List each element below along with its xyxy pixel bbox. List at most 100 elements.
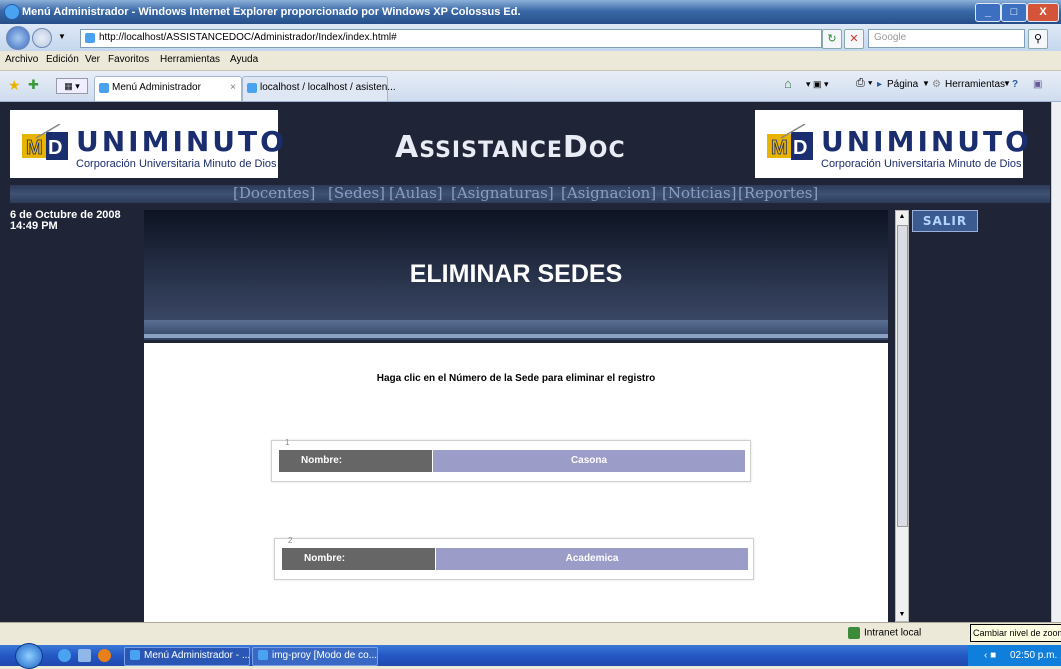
gear-icon: ⚙: [932, 79, 941, 90]
current-time: 14:49 PM: [10, 220, 58, 232]
security-zone[interactable]: Intranet local: [848, 627, 921, 639]
page-viewport: M D UNIMINUTO Corporación Universitaria …: [0, 102, 1051, 622]
menu-ayuda[interactable]: Ayuda: [230, 54, 258, 65]
quick-tabs-icon[interactable]: ▦ ▾: [56, 78, 88, 94]
menu-favoritos[interactable]: Favoritos: [108, 54, 149, 65]
content-frame: Haga clic en el Número de la Sede para e…: [144, 343, 888, 622]
record-value: Casona: [433, 450, 745, 472]
tray-icon[interactable]: ‹ ■: [984, 645, 996, 666]
page-title: ELIMINAR SEDES: [409, 260, 623, 288]
ie-page-icon: [247, 83, 257, 93]
favorites-star-icon[interactable]: ★: [8, 77, 21, 94]
nav-aulas[interactable]: [Aulas]: [389, 184, 443, 202]
iframe-scrollbar[interactable]: ▲ ▼: [895, 210, 909, 622]
taskbar-item-menu-administrador[interactable]: Menú Administrador - ...: [124, 647, 250, 666]
minimize-button[interactable]: _: [975, 3, 1001, 22]
scroll-down-icon[interactable]: ▼: [896, 609, 908, 621]
page-scrollbar[interactable]: [1051, 102, 1061, 622]
forward-button[interactable]: [32, 28, 52, 48]
start-button[interactable]: [15, 643, 43, 669]
home-icon[interactable]: ⌂: [784, 76, 792, 91]
intranet-icon: [848, 627, 860, 639]
menu-bar: Archivo Edición Ver Favoritos Herramient…: [0, 51, 1061, 71]
add-favorites-icon[interactable]: ✚: [28, 77, 39, 93]
logo-title: UNIMINUTO: [821, 125, 1032, 158]
sede-number-link[interactable]: 1: [285, 438, 289, 447]
record-label: Nombre:: [279, 450, 432, 472]
menu-ver[interactable]: Ver: [85, 54, 100, 65]
page-menu[interactable]: Página: [887, 79, 918, 90]
uniminuto-logo-left: M D UNIMINUTO Corporación Universitaria …: [10, 110, 284, 178]
refresh-button[interactable]: ↻: [822, 29, 842, 49]
maximize-button[interactable]: □: [1001, 3, 1027, 22]
page-icon: [85, 33, 95, 43]
desktop-icon[interactable]: [78, 649, 91, 662]
brand-part: SSISTANCE: [419, 138, 563, 163]
address-toolbar: ▼ http://localhost/ASSISTANCEDOC/Adminis…: [0, 24, 1061, 51]
taskbar-item-img-proy[interactable]: img-proy [Modo de co...: [252, 647, 378, 666]
search-placeholder: Google: [874, 32, 907, 43]
system-tray: 02:50 p.m. ‹ ■: [968, 645, 1061, 666]
task-label: Menú Administrador - ...: [144, 650, 250, 661]
address-value: http://localhost/ASSISTANCEDOC/Administr…: [99, 32, 397, 43]
nav-sedes[interactable]: [Sedes]: [328, 184, 385, 202]
tab-label: Menú Administrador: [112, 82, 201, 93]
nav-asignaturas[interactable]: [Asignaturas]: [451, 184, 554, 202]
sede-record: 2 Nombre: Academica: [274, 536, 754, 580]
chevron-down-icon: ▼: [922, 79, 930, 88]
clock[interactable]: 02:50 p.m.: [1010, 645, 1057, 666]
history-dropdown-icon[interactable]: ▼: [58, 32, 66, 41]
address-input[interactable]: http://localhost/ASSISTANCEDOC/Administr…: [80, 29, 822, 48]
record-value: Academica: [436, 548, 748, 570]
uniminuto-mark-icon: M D: [767, 124, 813, 160]
nav-docentes[interactable]: [Docentes]: [233, 184, 315, 202]
firefox-icon[interactable]: [98, 649, 111, 662]
banner-divider-line: [144, 334, 888, 338]
close-tab-icon[interactable]: ×: [230, 77, 236, 99]
chevron-down-icon: ▼: [1003, 79, 1011, 88]
sede-record: 1 Nombre: Casona: [271, 438, 751, 482]
svg-text:D: D: [793, 137, 807, 159]
menu-archivo[interactable]: Archivo: [5, 54, 38, 65]
scroll-thumb[interactable]: [897, 225, 908, 527]
tools-menu[interactable]: Herramientas: [945, 79, 1005, 90]
menu-edicion[interactable]: Edición: [46, 54, 79, 65]
zoom-tooltip: Cambiar nivel de zoom: [970, 624, 1061, 642]
nav-reportes[interactable]: [Reportes]: [738, 184, 818, 202]
stop-button[interactable]: ✕: [844, 29, 864, 49]
window-title-bar: Menú Administrador - Windows Internet Ex…: [0, 0, 1061, 24]
feeds-icon[interactable]: ▾ ▣ ▾: [806, 79, 829, 90]
close-window-button[interactable]: X: [1027, 3, 1059, 22]
help-icon[interactable]: ?: [1012, 79, 1018, 90]
svg-text:D: D: [48, 137, 62, 159]
tab-localhost[interactable]: localhost / localhost / asisten...: [242, 76, 396, 101]
page-menu-icon: ▸: [877, 79, 883, 90]
uniminuto-logo-right: M D UNIMINUTO Corporación Universitaria …: [755, 110, 1029, 178]
search-icon[interactable]: ⚲: [1028, 29, 1048, 49]
refresh-icon: ↻: [827, 33, 837, 45]
research-icon[interactable]: ▣: [1033, 79, 1042, 90]
main-nav: [Docentes] [Sedes] [Aulas] [Asignaturas]…: [10, 184, 1050, 203]
page-banner: ELIMINAR SEDES: [144, 210, 888, 322]
document-icon: [258, 650, 268, 661]
internet-explorer-icon: [4, 4, 20, 20]
ie-page-icon: [130, 650, 140, 661]
brand-part: D: [562, 130, 589, 165]
print-icon[interactable]: ⎙ ▾: [856, 77, 872, 90]
sede-number-link[interactable]: 2: [288, 536, 292, 545]
back-button[interactable]: [6, 26, 30, 50]
nav-noticias[interactable]: [Noticias]: [662, 184, 737, 202]
stop-icon: ✕: [849, 33, 859, 45]
nav-asignacion[interactable]: [Asignacion]: [561, 184, 656, 202]
ie-page-icon: [99, 83, 109, 93]
menu-herramientas[interactable]: Herramientas: [160, 54, 220, 65]
site-brand: ASSISTANCEDOC: [395, 130, 626, 165]
tab-bar: ★ ✚ ▦ ▾ Menú Administrador × localhost /…: [0, 71, 1061, 102]
tab-label: localhost / localhost / asisten...: [260, 82, 396, 93]
search-input[interactable]: Google: [868, 29, 1025, 48]
ie-quicklaunch-icon[interactable]: [58, 649, 71, 662]
tab-menu-administrador[interactable]: Menú Administrador ×: [94, 76, 242, 101]
scroll-up-icon[interactable]: ▲: [896, 211, 908, 223]
status-bar: Intranet local: [0, 622, 1061, 645]
salir-button[interactable]: SALIR: [912, 210, 978, 232]
